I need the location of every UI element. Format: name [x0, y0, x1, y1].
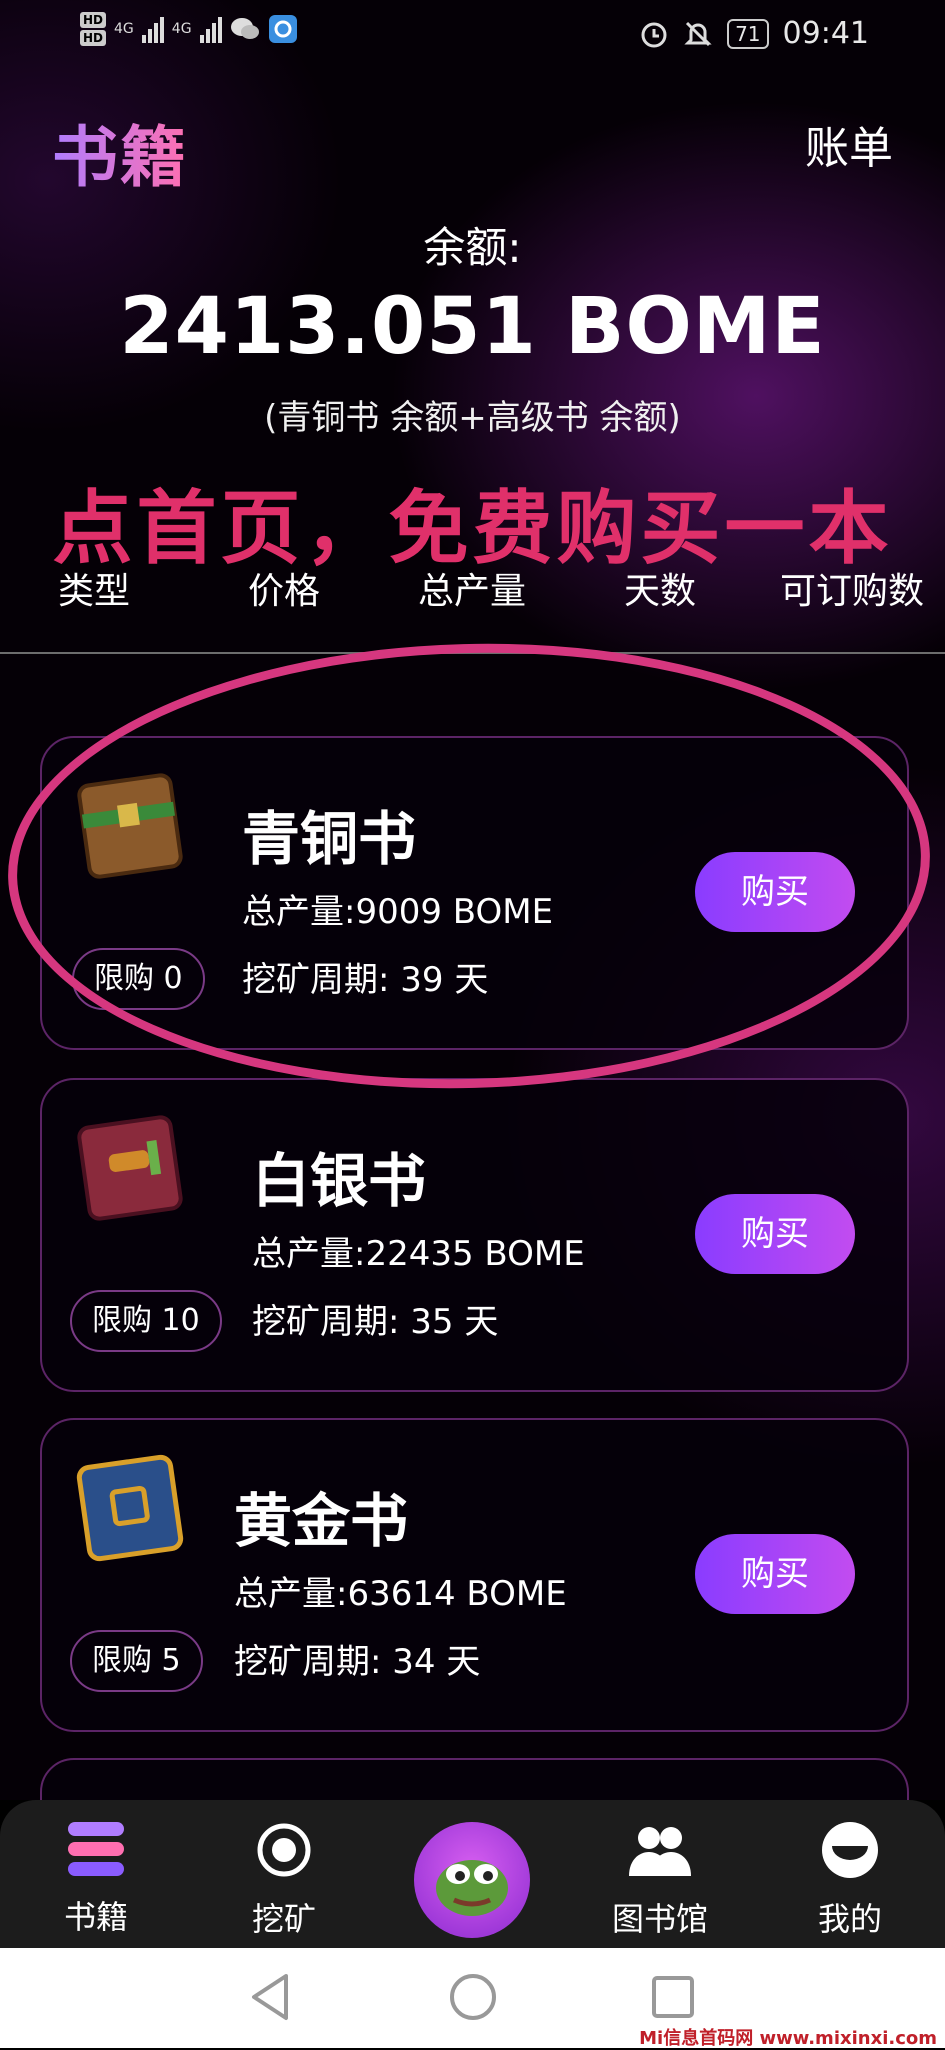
nav-item-library[interactable]: 图书馆	[590, 1820, 730, 1940]
purchase-limit-badge: 限购 5	[70, 1630, 203, 1692]
wechat-icon	[230, 18, 259, 39]
column-available: 可订购数	[780, 571, 925, 612]
mining-icon	[257, 1823, 311, 1877]
buy-button-silver[interactable]: 购买	[695, 1194, 855, 1274]
books-icon	[68, 1822, 124, 1876]
nav-item-profile[interactable]: 我的	[780, 1820, 920, 1940]
signal-icon	[141, 15, 164, 43]
app-notification-icon	[268, 15, 297, 43]
nav-label-mining: 挖矿	[251, 1900, 316, 1938]
nav-item-mining[interactable]: 挖矿	[214, 1820, 354, 1940]
frog-avatar-icon	[436, 1860, 508, 1916]
book-mining-period: 挖矿周期: 35 天	[252, 1302, 499, 1342]
column-price: 价格	[248, 571, 321, 612]
book-name: 白银书	[252, 1147, 427, 1215]
home-icon[interactable]	[448, 1972, 498, 2022]
gold-book-icon	[76, 1454, 184, 1562]
hd-badge-1: HD	[80, 12, 107, 28]
nav-label-profile: 我的	[817, 1900, 882, 1938]
battery-icon: 71	[727, 18, 769, 49]
alarm-icon	[641, 22, 667, 47]
clock: 09:41	[782, 16, 869, 51]
bill-link[interactable]: 账单	[805, 112, 893, 176]
library-icon	[629, 1827, 691, 1876]
purchase-limit-badge: 限购 10	[70, 1290, 222, 1352]
recents-icon[interactable]	[650, 1974, 696, 2020]
balance-label: 余额:	[423, 223, 522, 272]
back-icon[interactable]	[248, 1972, 292, 2022]
column-total-output: 总产量	[418, 571, 527, 612]
book-total-output: 总产量:22435 BOME	[252, 1234, 585, 1274]
hd-indicator: HD HD	[80, 12, 107, 46]
page-title: 书籍	[52, 104, 188, 200]
status-bar: HD HD 4G 4G 71 09:41	[0, 0, 945, 70]
nav-item-home[interactable]	[414, 1822, 530, 1938]
book-total-output: 总产量:63614 BOME	[234, 1574, 567, 1614]
hd-badge-2: HD	[80, 30, 107, 46]
book-name: 黄金书	[234, 1487, 409, 1555]
nav-label-books: 书籍	[63, 1898, 128, 1936]
balance-note: (青铜书 余额+高级书 余额)	[264, 398, 681, 438]
network-label-1: 4G	[114, 21, 134, 37]
network-label-2: 4G	[171, 21, 192, 37]
balance-value: 2413.051 BOME	[119, 282, 826, 372]
nav-label-library: 图书馆	[611, 1900, 708, 1938]
column-type: 类型	[58, 571, 131, 612]
silver-book-icon	[77, 1115, 183, 1221]
watermark: Mi信息首码网 www.mixinxi.com	[639, 2028, 937, 2049]
book-card-gold: 限购 5 黄金书 总产量:63614 BOME 挖矿周期: 34 天 购买	[40, 1418, 909, 1732]
signal-icon-2	[199, 15, 222, 43]
buy-button-gold[interactable]: 购买	[695, 1534, 855, 1614]
book-mining-period: 挖矿周期: 34 天	[234, 1642, 481, 1682]
nav-item-books[interactable]: 书籍	[26, 1820, 166, 1938]
profile-icon	[822, 1822, 878, 1878]
book-card-silver: 限购 10 白银书 总产量:22435 BOME 挖矿周期: 35 天 购买	[40, 1078, 909, 1392]
column-days: 天数	[624, 571, 697, 612]
mute-bell-icon	[684, 21, 712, 46]
